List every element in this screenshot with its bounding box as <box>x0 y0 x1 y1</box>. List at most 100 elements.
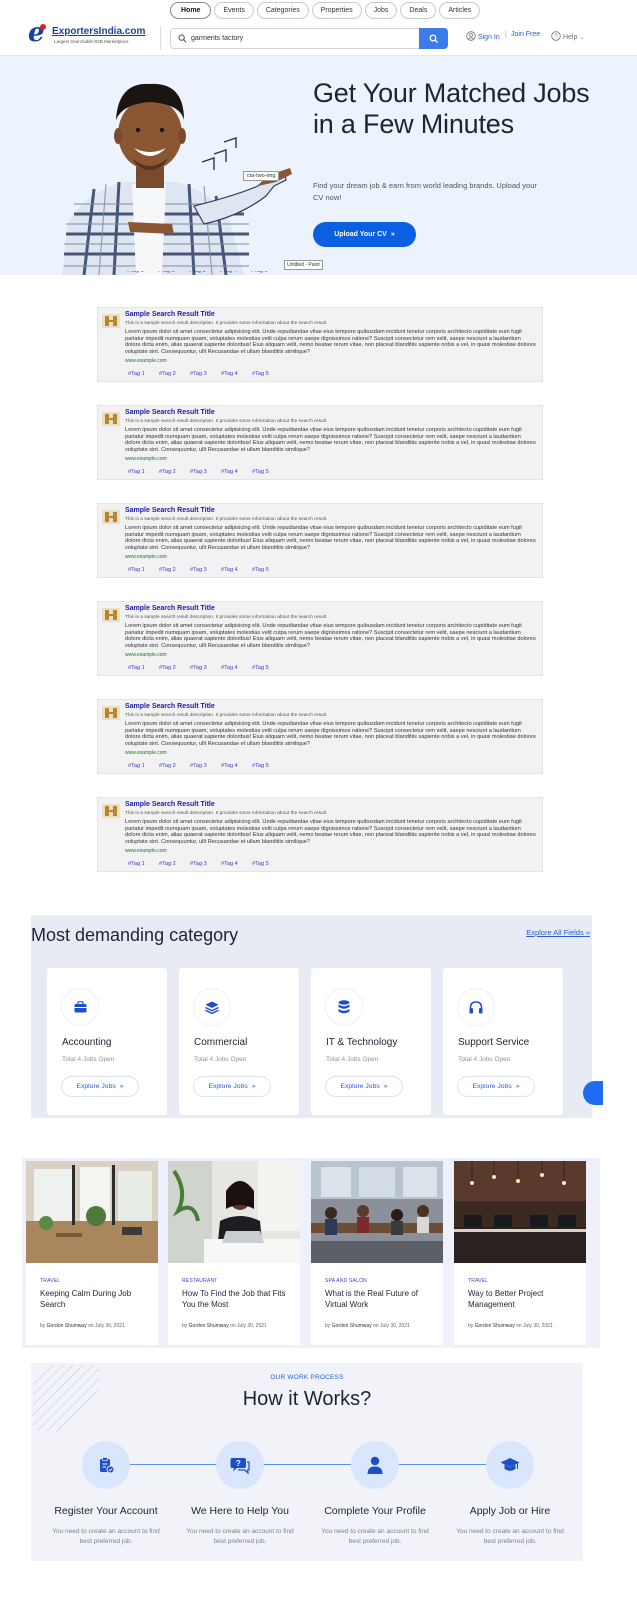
blog-category[interactable]: RESTAURANT <box>182 1278 218 1284</box>
blog-author[interactable]: Gordon Shumway <box>475 1323 515 1329</box>
tag-link[interactable]: #Tag 4 <box>221 567 252 573</box>
tag-link[interactable]: #Tag 3 <box>190 763 221 769</box>
tag-link[interactable]: #Tag 3 <box>190 861 221 867</box>
explore-jobs-button[interactable]: Explore Jobs» <box>193 1076 271 1097</box>
result-url[interactable]: www.example.com <box>125 358 167 364</box>
blog-card[interactable]: TRAVEL Way to Better Project Management … <box>454 1161 586 1345</box>
explore-jobs-label: Explore Jobs <box>76 1083 116 1090</box>
tag-link[interactable]: #Tag 2 <box>159 665 190 671</box>
tag-link[interactable]: #Tag 2 <box>159 763 190 769</box>
category-count: Total 4 Jobs Open <box>62 1056 115 1063</box>
tag-link[interactable]: #Tag 5 <box>252 371 283 377</box>
tag-link[interactable]: #Tag 1 <box>128 567 159 573</box>
tag-link[interactable]: #Tag 2 <box>159 469 190 475</box>
tag-link[interactable]: #Tag 4 <box>220 271 251 275</box>
blog-title[interactable]: Way to Better Project Management <box>468 1289 576 1310</box>
tag-link[interactable]: #Tag 5 <box>252 469 283 475</box>
result-url[interactable]: www.example.com <box>125 848 167 854</box>
tag-link[interactable]: #Tag 2 <box>159 567 190 573</box>
explore-all-fields-link[interactable]: Explore All Fields » <box>526 928 590 937</box>
result-title[interactable]: Sample Search Result Title <box>125 801 215 808</box>
tag-link[interactable]: #Tag 1 <box>128 371 159 377</box>
help-menu[interactable]: ? Help ⌄ <box>551 31 584 41</box>
blog-title[interactable]: Keeping Calm During Job Search <box>40 1289 148 1310</box>
blog-author[interactable]: Gordon Shumway <box>47 1323 87 1329</box>
tag-link[interactable]: #Tag 2 <box>158 271 189 275</box>
blog-title[interactable]: What is the Real Future of Virtual Work <box>325 1289 433 1310</box>
tag-link[interactable]: #Tag 1 <box>128 861 159 867</box>
tab-categories[interactable]: Categories <box>256 2 309 19</box>
search-result-card[interactable]: Sample Search Result Title This is a sam… <box>97 699 543 774</box>
tab-deals[interactable]: Deals <box>400 2 437 19</box>
tag-link[interactable]: #Tag 2 <box>159 371 190 377</box>
blog-card[interactable]: RESTAURANT How To Find the Job that Fits… <box>168 1161 300 1345</box>
explore-jobs-label: Explore Jobs <box>472 1083 512 1090</box>
search-result-card[interactable]: Sample Search Result Title This is a sam… <box>97 797 543 872</box>
tag-link[interactable]: #Tag 4 <box>221 469 252 475</box>
category-count: Total 4 Jobs Open <box>326 1056 379 1063</box>
tab-events[interactable]: Events <box>214 2 254 19</box>
tag-link[interactable]: #Tag 5 <box>252 763 283 769</box>
category-card-it-technology[interactable]: IT & Technology Total 4 Jobs Open Explor… <box>311 968 431 1115</box>
category-card-support-service[interactable]: Support Service Total 4 Jobs Open Explor… <box>443 968 563 1115</box>
tag-link[interactable]: #Tag 4 <box>221 763 252 769</box>
tag-link[interactable]: #Tag 5 <box>252 567 283 573</box>
tag-link[interactable]: #Tag 3 <box>190 469 221 475</box>
blog-category[interactable]: SPA AND SALON <box>325 1278 367 1284</box>
blog-author[interactable]: Gordon Shumway <box>332 1323 372 1329</box>
tag-link[interactable]: #Tag 4 <box>221 861 252 867</box>
tag-link[interactable]: #Tag 5 <box>251 271 282 275</box>
search-result-card[interactable]: Sample Search Result Title This is a sam… <box>97 405 543 480</box>
explore-jobs-button[interactable]: Explore Jobs» <box>61 1076 139 1097</box>
result-url[interactable]: www.example.com <box>125 456 167 462</box>
explore-jobs-button[interactable]: Explore Jobs» <box>457 1076 535 1097</box>
join-free-link[interactable]: Join Free <box>511 31 540 38</box>
blog-category[interactable]: TRAVEL <box>40 1278 60 1284</box>
search-result-card[interactable]: Sample Search Result Title This is a sam… <box>97 503 543 578</box>
search-button[interactable] <box>419 28 448 49</box>
how-it-works-section: OUR WORK PROCESS How it Works? Register … <box>31 1363 583 1561</box>
blog-author[interactable]: Gordon Shumway <box>189 1323 229 1329</box>
search-input[interactable] <box>191 29 391 48</box>
upload-cv-button[interactable]: Upload Your CV » <box>313 222 416 247</box>
tag-link[interactable]: #Tag 3 <box>190 567 221 573</box>
tag-link[interactable]: #Tag 1 <box>128 665 159 671</box>
result-title[interactable]: Sample Search Result Title <box>125 703 215 710</box>
tag-link[interactable]: #Tag 1 <box>128 469 159 475</box>
tag-link[interactable]: #Tag 4 <box>221 371 252 377</box>
tab-jobs[interactable]: Jobs <box>364 2 398 19</box>
double-chevron-right-icon: » <box>251 1083 256 1090</box>
category-card-commercial[interactable]: Commercial Total 4 Jobs Open Explore Job… <box>179 968 299 1115</box>
tag-link[interactable]: #Tag 3 <box>190 665 221 671</box>
tag-link[interactable]: #Tag 4 <box>221 665 252 671</box>
result-url[interactable]: www.example.com <box>125 652 167 658</box>
tab-properties[interactable]: Properties <box>311 2 362 19</box>
tag-link[interactable]: #Tag 3 <box>189 271 220 275</box>
result-url[interactable]: www.example.com <box>125 750 167 756</box>
search-result-card[interactable]: Sample Search Result Title This is a sam… <box>97 307 543 382</box>
tag-link[interactable]: #Tag 5 <box>252 861 283 867</box>
blog-card[interactable]: SPA AND SALON What is the Real Future of… <box>311 1161 443 1345</box>
sign-in-link[interactable]: Sign In <box>466 31 500 41</box>
explore-jobs-button[interactable]: Explore Jobs» <box>325 1076 403 1097</box>
result-title[interactable]: Sample Search Result Title <box>125 605 215 612</box>
result-url[interactable]: www.example.com <box>125 554 167 560</box>
tag-link[interactable]: #Tag 1 <box>128 763 159 769</box>
tag-link[interactable]: #Tag 3 <box>190 371 221 377</box>
result-title[interactable]: Sample Search Result Title <box>125 409 215 416</box>
tag-link[interactable]: #Tag 1 <box>127 271 158 275</box>
result-title[interactable]: Sample Search Result Title <box>125 311 215 318</box>
tag-link[interactable]: #Tag 5 <box>252 665 283 671</box>
site-logo[interactable]: e ExportersIndia.com Largest Searchable … <box>28 18 145 48</box>
tag-link[interactable]: #Tag 2 <box>159 861 190 867</box>
tab-articles[interactable]: Articles <box>439 2 481 19</box>
blog-card[interactable]: TRAVEL Keeping Calm During Job Search by… <box>26 1161 158 1345</box>
blog-title[interactable]: How To Find the Job that Fits You the Mo… <box>182 1289 290 1310</box>
category-card-accounting[interactable]: Accounting Total 4 Jobs Open Explore Job… <box>47 968 167 1115</box>
blog-category[interactable]: TRAVEL <box>468 1278 488 1284</box>
carousel-next-button[interactable] <box>583 1081 603 1105</box>
category-name: Accounting <box>62 1037 112 1048</box>
search-result-card[interactable]: Sample Search Result Title This is a sam… <box>97 601 543 676</box>
tab-home[interactable]: Home <box>170 2 212 19</box>
result-title[interactable]: Sample Search Result Title <box>125 507 215 514</box>
